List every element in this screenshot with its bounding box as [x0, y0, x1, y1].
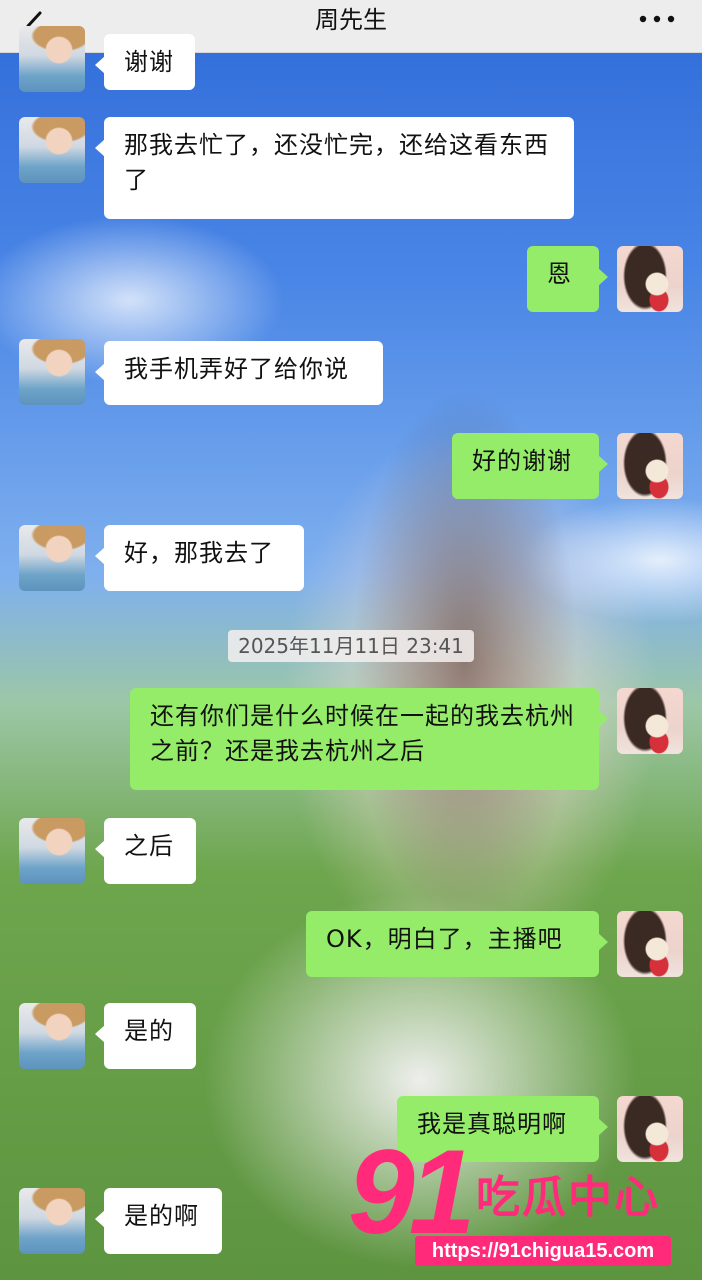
message-text: OK，明白了，主播吧	[326, 925, 563, 953]
contact-avatar[interactable]	[19, 525, 85, 591]
contact-avatar[interactable]	[19, 26, 85, 92]
message-bubble-received[interactable]: 我手机弄好了给你说	[95, 341, 383, 405]
message-text: 是的	[124, 1017, 174, 1045]
message-text: 是的啊	[124, 1202, 199, 1230]
message-timestamp: 2025年11月11日 23:41	[228, 630, 474, 662]
watermark-logo-text: 吃瓜中心	[476, 1172, 660, 1223]
message-text: 我手机弄好了给你说	[124, 355, 349, 383]
message-text: 好的谢谢	[472, 447, 572, 475]
self-avatar[interactable]	[617, 911, 683, 977]
self-avatar[interactable]	[617, 246, 683, 312]
message-text: 谢谢	[124, 48, 174, 76]
message-bubble-sent[interactable]: 还有你们是什么时候在一起的我去杭州之前？还是我去杭州之后	[130, 688, 608, 790]
self-avatar[interactable]	[617, 1096, 683, 1162]
message-bubble-received[interactable]: 是的啊	[95, 1188, 222, 1254]
message-bubble-received[interactable]: 那我去忙了，还没忙完，还给这看东西了	[95, 117, 574, 219]
self-avatar[interactable]	[617, 688, 683, 754]
contact-avatar[interactable]	[19, 339, 85, 405]
watermark-url: https://91chigua15.com	[415, 1236, 671, 1266]
message-text: 恩	[547, 260, 572, 288]
message-bubble-sent[interactable]: OK，明白了，主播吧	[306, 911, 608, 977]
message-bubble-received[interactable]: 之后	[95, 818, 196, 884]
message-bubble-received[interactable]: 谢谢	[95, 34, 195, 90]
contact-avatar[interactable]	[19, 1188, 85, 1254]
message-text: 还有你们是什么时候在一起的我去杭州之前？还是我去杭州之后	[150, 702, 575, 765]
message-bubble-sent[interactable]: 恩	[527, 246, 608, 312]
message-bubble-received[interactable]: 好，那我去了	[95, 525, 304, 591]
message-bubble-received[interactable]: 是的	[95, 1003, 196, 1069]
more-dots-icon[interactable]	[634, 6, 680, 32]
contact-avatar[interactable]	[19, 117, 85, 183]
message-text: 那我去忙了，还没忙完，还给这看东西了	[124, 131, 549, 194]
self-avatar[interactable]	[617, 433, 683, 499]
message-text: 好，那我去了	[124, 539, 274, 567]
contact-avatar[interactable]	[19, 1003, 85, 1069]
message-bubble-sent[interactable]: 好的谢谢	[452, 433, 608, 499]
contact-avatar[interactable]	[19, 818, 85, 884]
message-text: 之后	[124, 832, 174, 860]
watermark-logo-number: 91	[348, 1125, 476, 1259]
